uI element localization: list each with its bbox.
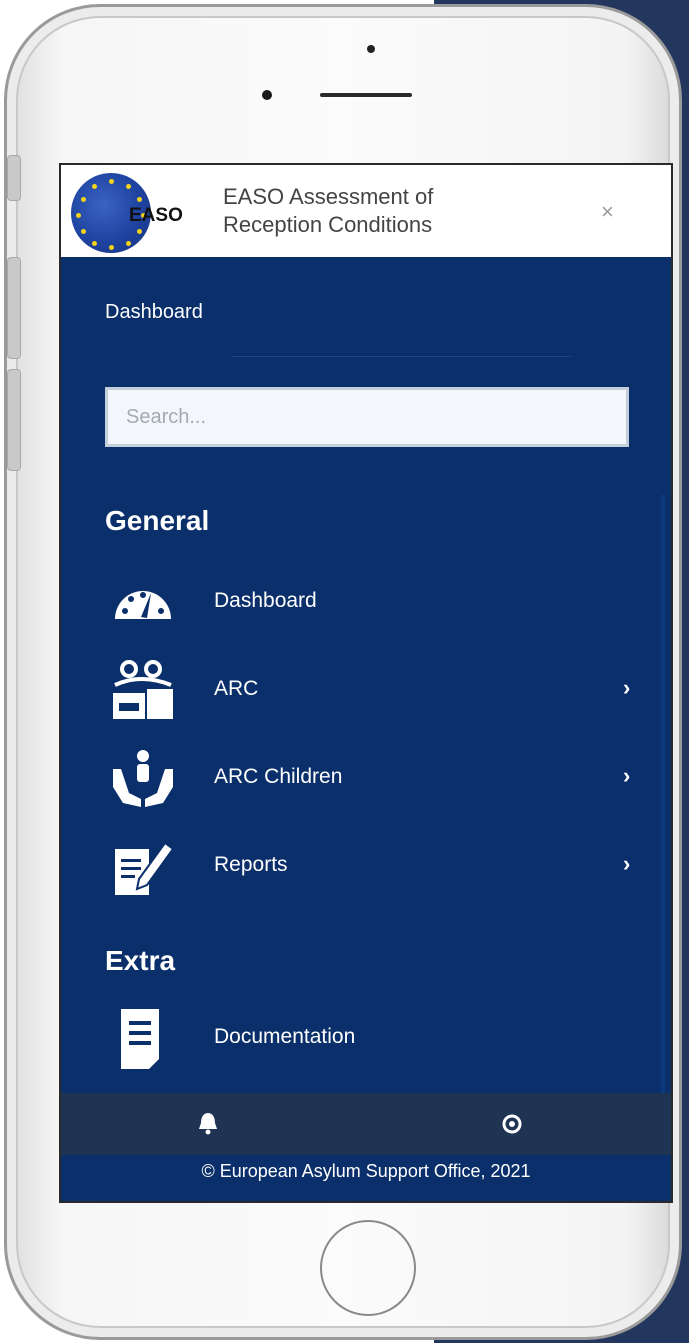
volume-down-button bbox=[7, 369, 21, 471]
home-button[interactable] bbox=[320, 1220, 416, 1316]
nav-item-dashboard[interactable]: Dashboard bbox=[61, 567, 669, 639]
app-title-line1: EASO Assessment of bbox=[223, 184, 434, 209]
search-input[interactable] bbox=[108, 390, 626, 444]
nav-label-arc: ARC bbox=[214, 677, 259, 700]
child-hands-icon bbox=[113, 750, 173, 807]
close-icon[interactable]: × bbox=[601, 199, 614, 225]
nav-label-dashboard: Dashboard bbox=[214, 589, 317, 612]
chevron-right-icon: › bbox=[623, 675, 631, 700]
volume-up-button bbox=[7, 257, 21, 359]
nav-label-arc-children: ARC Children bbox=[214, 765, 343, 788]
breadcrumb[interactable]: Dashboard bbox=[105, 301, 203, 324]
footer-toolbar bbox=[61, 1093, 671, 1155]
logo-text: EASO bbox=[129, 205, 183, 226]
front-camera bbox=[367, 45, 375, 53]
assessment-icon bbox=[113, 660, 173, 719]
nav-label-reports: Reports bbox=[214, 853, 288, 876]
section-title-general: General bbox=[105, 505, 210, 536]
app-screen: EASO EASO Assessment of Reception Condit… bbox=[59, 163, 673, 1203]
chevron-right-icon: › bbox=[623, 851, 631, 876]
report-edit-icon bbox=[115, 841, 175, 895]
gear-icon[interactable] bbox=[501, 1113, 523, 1135]
scrollbar[interactable] bbox=[661, 495, 665, 1095]
copyright-text: © European Asylum Support Office, 2021 bbox=[201, 1161, 531, 1181]
nav-item-arc-children[interactable]: ARC Children › bbox=[61, 743, 669, 815]
nav-label-documentation: Documentation bbox=[214, 1025, 356, 1048]
proximity-sensor bbox=[262, 90, 272, 100]
app-title-line2: Reception Conditions bbox=[223, 212, 433, 237]
phone-frame: EASO EASO Assessment of Reception Condit… bbox=[4, 4, 682, 1340]
nav-item-documentation[interactable]: Documentation bbox=[61, 1003, 669, 1075]
speedometer-icon bbox=[115, 591, 171, 619]
document-icon bbox=[121, 1009, 159, 1069]
mute-switch bbox=[7, 155, 21, 201]
chevron-right-icon: › bbox=[623, 763, 631, 788]
nav-item-arc[interactable]: ARC › bbox=[61, 655, 669, 727]
search-box[interactable] bbox=[105, 387, 629, 447]
nav-item-reports[interactable]: Reports › bbox=[61, 831, 669, 903]
earpiece-speaker bbox=[320, 93, 412, 97]
section-title-extra: Extra bbox=[105, 945, 176, 976]
app-header: EASO EASO Assessment of Reception Condit… bbox=[61, 165, 671, 257]
bell-icon[interactable] bbox=[197, 1111, 219, 1135]
app-title: EASO Assessment of Reception Conditions bbox=[223, 183, 583, 239]
divider bbox=[231, 356, 571, 357]
